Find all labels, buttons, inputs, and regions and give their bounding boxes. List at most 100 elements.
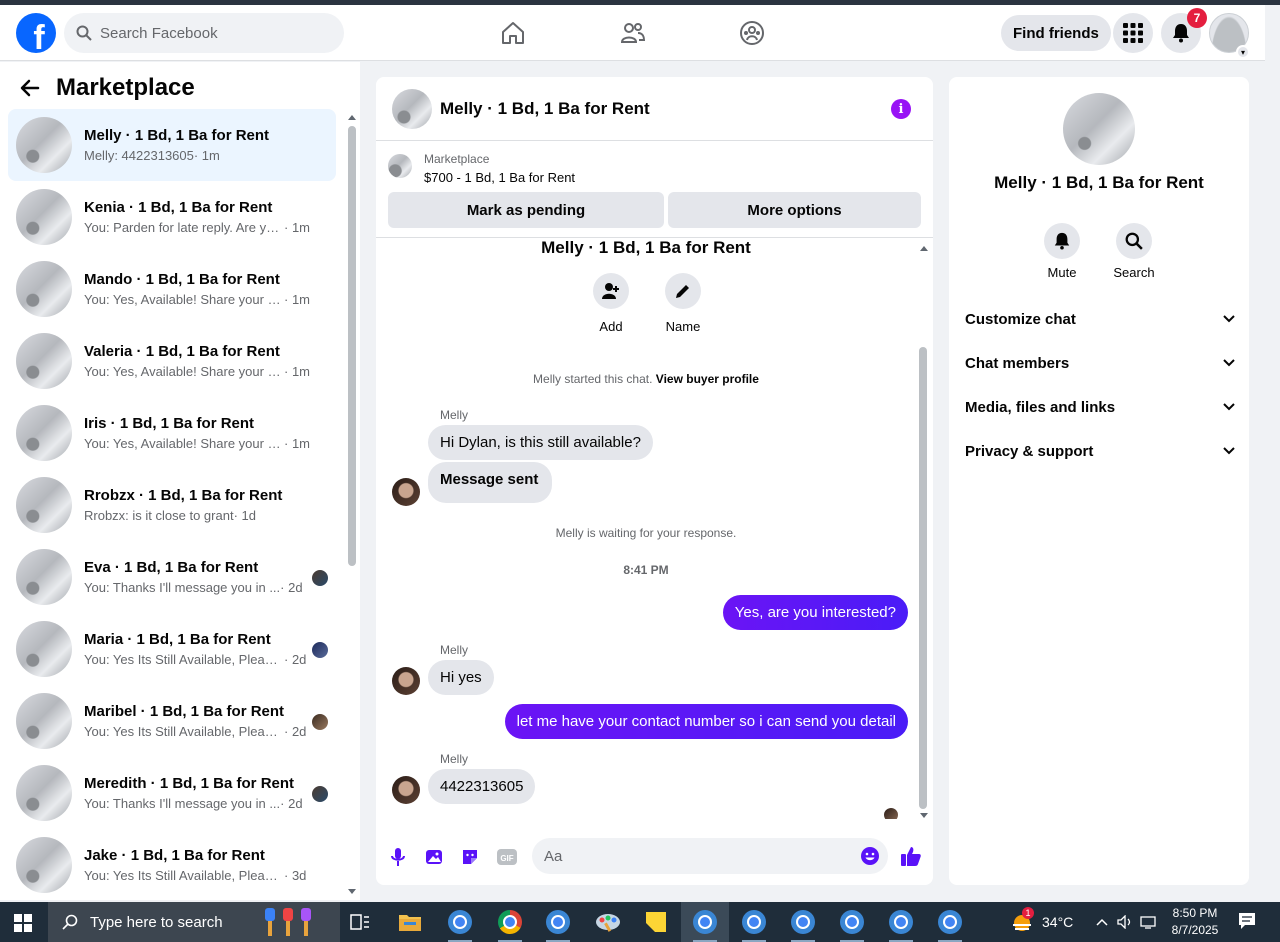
chrome-profile-icon[interactable] bbox=[730, 902, 778, 942]
name-label: Name bbox=[665, 319, 701, 334]
more-options-button[interactable]: More options bbox=[668, 192, 921, 228]
conversation-item[interactable]: Kenia · 1 Bd, 1 Ba for Rent You: Parden … bbox=[8, 181, 336, 253]
conversation-item[interactable]: Maribel · 1 Bd, 1 Ba for Rent You: Yes I… bbox=[8, 685, 336, 757]
gif-icon[interactable]: GIF bbox=[496, 847, 518, 867]
thread-intro-name: Melly · 1 Bd, 1 Ba for Rent bbox=[541, 239, 751, 257]
listing-thumbnail bbox=[16, 477, 72, 533]
pencil-icon bbox=[676, 285, 689, 298]
details-avatar[interactable] bbox=[1063, 93, 1135, 165]
message-input[interactable] bbox=[544, 847, 844, 865]
thumbs-up-icon[interactable] bbox=[900, 845, 922, 867]
conversation-item[interactable]: Mando · 1 Bd, 1 Ba for Rent You: Yes, Av… bbox=[8, 253, 336, 325]
chevron-down-icon[interactable]: ▾ bbox=[1236, 45, 1250, 59]
chrome-profile-icon[interactable] bbox=[681, 902, 729, 942]
conversation-item[interactable]: Iris · 1 Bd, 1 Ba for Rent You: Yes, Ava… bbox=[8, 397, 336, 469]
file-explorer-icon[interactable] bbox=[386, 902, 434, 942]
listing-price-title[interactable]: $700 - 1 Bd, 1 Ba for Rent bbox=[424, 170, 575, 185]
chat-listing-thumbnail[interactable] bbox=[392, 88, 432, 129]
chrome-profile-icon[interactable] bbox=[779, 902, 827, 942]
paint-app-icon[interactable] bbox=[584, 902, 632, 942]
scroll-up-icon[interactable] bbox=[347, 113, 357, 121]
chat-title[interactable]: Melly · 1 Bd, 1 Ba for Rent bbox=[440, 99, 650, 119]
search-in-chat-action[interactable]: Search bbox=[1104, 223, 1164, 280]
conversation-snippet: Rrobzx: is it close to grant bbox=[84, 508, 234, 523]
page-scrollbar[interactable] bbox=[1265, 5, 1280, 900]
chevron-up-icon[interactable] bbox=[1096, 918, 1108, 926]
chrome-profile-icon[interactable] bbox=[534, 902, 582, 942]
friends-icon[interactable] bbox=[619, 19, 647, 47]
seen-avatar bbox=[312, 714, 328, 730]
volume-icon[interactable] bbox=[1117, 915, 1133, 929]
taskbar-clock[interactable]: 8:50 PM 8/7/2025 bbox=[1160, 905, 1230, 939]
conversation-item[interactable]: Maria · 1 Bd, 1 Ba for Rent You: Yes Its… bbox=[8, 613, 336, 685]
outgoing-message[interactable]: Yes, are you interested? bbox=[722, 595, 908, 630]
conversation-item[interactable]: Eva · 1 Bd, 1 Ba for Rent You: Thanks I'… bbox=[8, 541, 336, 613]
sender-avatar[interactable] bbox=[392, 478, 420, 506]
menu-grid-button[interactable] bbox=[1113, 13, 1153, 53]
windows-start-icon[interactable] bbox=[14, 914, 32, 932]
groups-icon[interactable] bbox=[738, 19, 766, 47]
conversation-time: · 2d bbox=[284, 724, 307, 739]
message-timestamp: 8:41 PM bbox=[623, 563, 669, 577]
chrome-profile-icon[interactable] bbox=[877, 902, 925, 942]
chrome-profile-icon[interactable] bbox=[486, 902, 534, 942]
customize-chat-section[interactable]: Customize chat bbox=[965, 301, 1235, 337]
incoming-message[interactable]: Hi Dylan, is this still available? bbox=[428, 425, 653, 460]
name-chat-action[interactable]: Name bbox=[655, 273, 711, 334]
mark-as-pending-button[interactable]: Mark as pending bbox=[388, 192, 664, 228]
scroll-down-icon[interactable] bbox=[347, 888, 357, 896]
back-arrow-icon[interactable] bbox=[20, 78, 40, 98]
conversation-item[interactable]: Jake · 1 Bd, 1 Ba for Rent You: Yes Its … bbox=[8, 829, 336, 901]
info-icon[interactable]: i bbox=[891, 99, 911, 119]
seen-avatar bbox=[312, 786, 328, 802]
facebook-search[interactable] bbox=[64, 13, 344, 53]
notification-center-icon[interactable] bbox=[1238, 912, 1256, 930]
search-icon bbox=[76, 25, 92, 41]
conversation-snippet: You: Yes, Available! Share your nu... bbox=[84, 436, 284, 451]
search-input[interactable] bbox=[100, 24, 320, 42]
chat-scrollbar[interactable] bbox=[919, 347, 927, 809]
find-friends-button[interactable]: Find friends bbox=[1001, 15, 1111, 51]
conversation-item[interactable]: Rrobzx · 1 Bd, 1 Ba for Rent Rrobzx: is … bbox=[8, 469, 336, 541]
chevron-down-icon bbox=[1223, 403, 1235, 411]
mute-action[interactable]: Mute bbox=[1032, 223, 1092, 280]
emoji-icon[interactable] bbox=[860, 846, 880, 866]
sender-avatar[interactable] bbox=[392, 776, 420, 804]
facebook-logo-icon[interactable]: f bbox=[16, 13, 56, 53]
view-buyer-profile-link[interactable]: View buyer profile bbox=[656, 372, 759, 386]
network-icon[interactable] bbox=[1140, 915, 1156, 929]
microphone-icon[interactable] bbox=[388, 847, 408, 867]
incoming-message[interactable]: 4422313605 bbox=[428, 769, 536, 804]
outgoing-message[interactable]: let me have your contact number so i can… bbox=[504, 704, 908, 739]
chrome-profile-icon[interactable] bbox=[828, 902, 876, 942]
sidebar-header: Marketplace bbox=[20, 74, 195, 102]
chrome-profile-icon[interactable] bbox=[926, 902, 974, 942]
incoming-message[interactable]: Hi yes bbox=[428, 660, 494, 695]
scroll-up-icon[interactable] bbox=[919, 244, 929, 252]
listing-thumbnail bbox=[16, 117, 72, 173]
chrome-icon[interactable] bbox=[436, 902, 484, 942]
weather-widget[interactable]: 1 34°C bbox=[1010, 902, 1073, 942]
conversation-item[interactable]: Meredith · 1 Bd, 1 Ba for Rent You: Than… bbox=[8, 757, 336, 829]
scroll-down-icon[interactable] bbox=[919, 812, 929, 819]
task-view-icon[interactable] bbox=[336, 902, 384, 942]
sender-avatar[interactable] bbox=[392, 667, 420, 695]
message-input-box[interactable] bbox=[532, 838, 888, 874]
sticker-icon[interactable] bbox=[460, 847, 480, 867]
privacy-support-section[interactable]: Privacy & support bbox=[965, 433, 1235, 469]
sidebar-scrollbar[interactable] bbox=[348, 126, 356, 566]
home-icon[interactable] bbox=[499, 19, 527, 47]
photo-icon[interactable] bbox=[424, 847, 444, 867]
conversation-snippet: You: Yes Its Still Available, Please... bbox=[84, 652, 284, 667]
add-people-action[interactable]: Add bbox=[583, 273, 639, 334]
search-icon bbox=[1125, 232, 1143, 250]
chat-panel: Melly · 1 Bd, 1 Ba for Rent i Marketplac… bbox=[376, 77, 933, 885]
listing-mini-thumbnail[interactable] bbox=[388, 154, 412, 178]
conversation-item[interactable]: Valeria · 1 Bd, 1 Ba for Rent You: Yes, … bbox=[8, 325, 336, 397]
sticky-notes-icon[interactable] bbox=[632, 902, 680, 942]
conversation-item[interactable]: Melly · 1 Bd, 1 Ba for Rent Melly: 44223… bbox=[8, 109, 336, 181]
incoming-message[interactable]: Message sent bbox=[428, 462, 553, 503]
media-files-links-section[interactable]: Media, files and links bbox=[965, 389, 1235, 425]
taskbar-search[interactable]: Type here to search bbox=[48, 902, 340, 942]
chat-members-section[interactable]: Chat members bbox=[965, 345, 1235, 381]
